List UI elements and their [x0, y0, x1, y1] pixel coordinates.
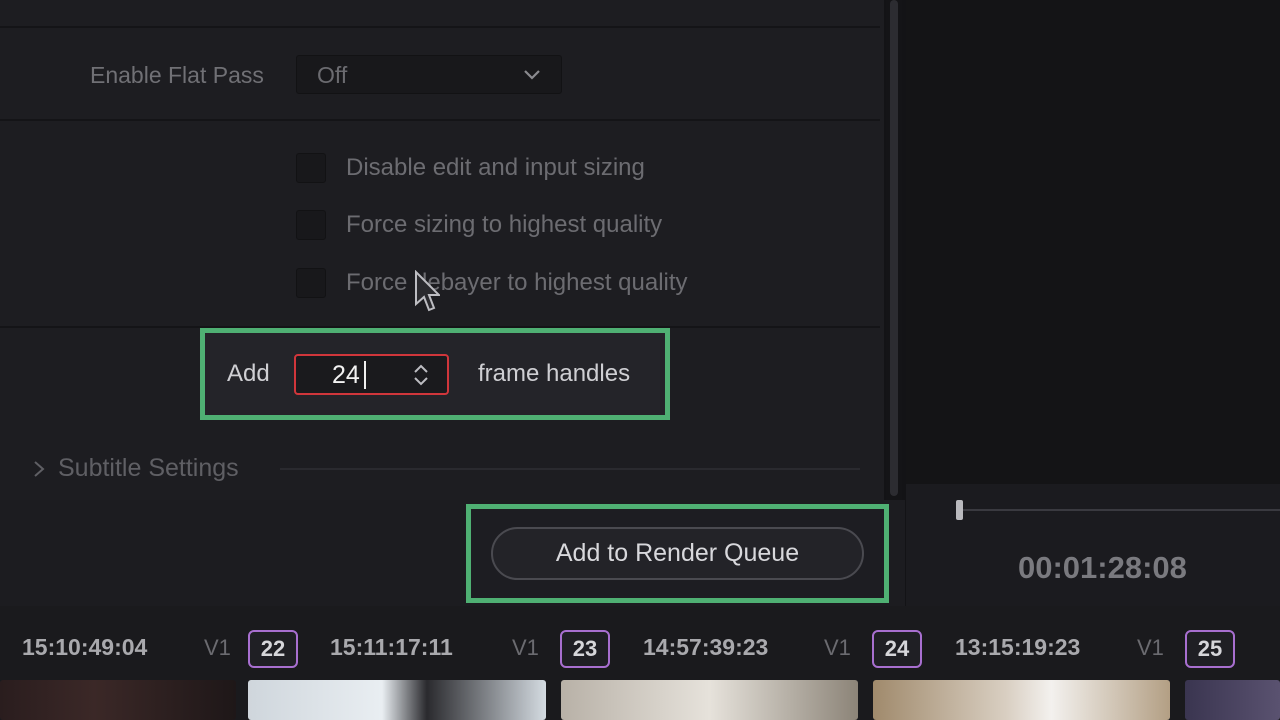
section-divider	[280, 468, 860, 470]
mouse-pointer-icon	[415, 270, 440, 312]
flat-pass-label: Enable Flat Pass	[90, 62, 264, 88]
clip-track: V1	[512, 635, 539, 660]
flat-pass-dropdown[interactable]: Off	[296, 55, 562, 94]
clip-thumbnail[interactable]	[248, 680, 546, 720]
checkbox[interactable]	[296, 153, 326, 183]
subtitle-settings-label: Subtitle Settings	[58, 454, 239, 482]
checkbox-label: Force sizing to highest quality	[346, 211, 663, 238]
clip-timecode: 15:11:17:11	[330, 634, 453, 660]
checkbox-label: Force debayer to highest quality	[346, 269, 688, 296]
clip-timecode: 15:10:49:04	[22, 634, 148, 660]
section-divider	[0, 26, 880, 28]
clip-timeline: 15:10:49:04 V1 22 15:11:17:11 V1 23 14:5…	[0, 606, 1280, 720]
clip-thumbnail[interactable]	[1185, 680, 1280, 720]
clip-number-badge: 24	[872, 630, 922, 668]
chevron-right-icon	[34, 461, 45, 477]
flat-pass-value: Off	[317, 62, 348, 88]
checkbox[interactable]	[296, 210, 326, 240]
frame-handles-stepper[interactable]: 24	[294, 354, 449, 395]
viewer-timecode: 00:01:28:08	[1018, 550, 1187, 585]
scrollbar-thumb[interactable]	[890, 0, 898, 496]
chevron-down-icon	[524, 70, 540, 80]
clip-track: V1	[204, 635, 231, 660]
settings-scrollbar[interactable]	[886, 0, 902, 500]
viewer-area	[906, 0, 1280, 484]
frame-handles-highlight: Add 24 frame handles	[200, 328, 670, 420]
clip-number-badge: 25	[1185, 630, 1235, 668]
checkbox[interactable]	[296, 268, 326, 298]
scrubber-handle[interactable]	[956, 500, 963, 520]
clip-number-badge: 22	[248, 630, 298, 668]
clip-timecode: 14:57:39:23	[643, 634, 769, 660]
handles-suffix-label: frame handles	[478, 360, 631, 387]
clip-thumbnail[interactable]	[0, 680, 236, 720]
clip-number-badge: 23	[560, 630, 610, 668]
checkbox-label: Disable edit and input sizing	[346, 154, 645, 181]
viewer-transport: 00:01:28:08	[906, 484, 1280, 606]
clip-timecode: 13:15:19:23	[955, 634, 1081, 660]
section-divider	[0, 119, 880, 121]
stepper-arrows-icon[interactable]	[412, 362, 430, 388]
handles-prefix-label: Add	[227, 360, 270, 387]
clip-track: V1	[824, 635, 851, 660]
frame-handles-value[interactable]: 24	[332, 361, 360, 390]
render-settings-panel: Enable Flat Pass Off Disable edit and in…	[0, 0, 884, 500]
text-caret	[364, 361, 366, 389]
render-queue-highlight: Add to Render Queue	[466, 504, 889, 603]
clip-thumbnail[interactable]	[561, 680, 858, 720]
add-to-render-queue-button[interactable]: Add to Render Queue	[491, 527, 864, 580]
clip-thumbnail[interactable]	[873, 680, 1170, 720]
clip-track: V1	[1137, 635, 1164, 660]
scrubber-track[interactable]	[956, 509, 1280, 511]
